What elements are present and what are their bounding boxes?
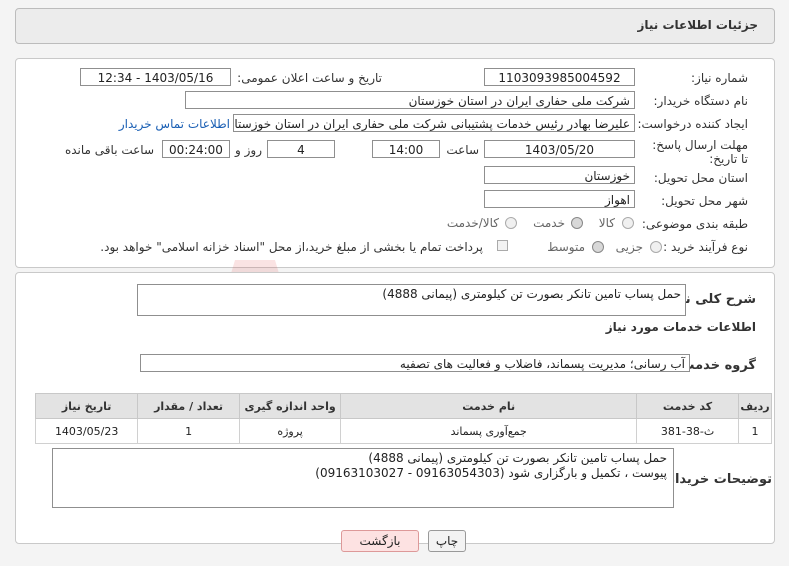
cell-service-code: ث-38-381 xyxy=(636,418,740,444)
province-field: خوزستان xyxy=(484,166,635,184)
buyer-contact-link[interactable]: اطلاعات تماس خریدار xyxy=(119,117,230,131)
category-radio-service[interactable] xyxy=(571,217,583,229)
deadline-date-field: 1403/05/20 xyxy=(484,140,635,158)
creator-field: علیرضا بهادر رئیس خدمات پشتیبانی شرکت مل… xyxy=(233,114,635,132)
page-title: جزئیات اطلاعات نیاز xyxy=(637,18,758,32)
deadline-label: مهلت ارسال پاسخ: تا تاریخ: xyxy=(652,138,748,166)
service-group-field: آب رسانی؛ مدیریت پسماند، فاضلاب و فعالیت… xyxy=(140,354,690,372)
buyer-org-field: شرکت ملی حفاری ایران در استان خوزستان xyxy=(185,91,635,109)
buyer-notes-line-2: پیوست ، تکمیل و بارگزاری شود (0916305430… xyxy=(315,466,667,480)
cell-row-number: 1 xyxy=(738,418,772,444)
city-label: شهر محل تحویل: xyxy=(661,194,748,208)
buyer-org-label: نام دستگاه خریدار: xyxy=(653,94,749,108)
cell-quantity: 1 xyxy=(137,418,240,444)
need-number-label: شماره نیاز: xyxy=(691,71,748,85)
col-row-number: ردیف xyxy=(738,393,772,419)
back-button[interactable]: بازگشت xyxy=(341,530,419,552)
treasury-payment-checkbox[interactable] xyxy=(497,240,508,251)
services-section-title: اطلاعات خدمات مورد نیاز xyxy=(605,320,756,334)
process-radio-medium[interactable] xyxy=(592,241,604,253)
process-radio-minor[interactable] xyxy=(650,241,662,253)
cell-unit: پروژه xyxy=(238,418,342,444)
category-label: طبقه بندی موضوعی: xyxy=(641,217,748,231)
category-option-goods-service: کالا/خدمت xyxy=(446,216,499,230)
col-need-date: تاریخ نیاز xyxy=(34,393,139,419)
cell-need-date: 1403/05/23 xyxy=(34,418,139,444)
creator-label: ایجاد کننده درخواست: xyxy=(637,117,748,131)
remaining-time-label: ساعت باقی مانده xyxy=(64,143,154,157)
process-option-minor: جزیی xyxy=(615,240,643,254)
col-unit: واحد اندازه گیری xyxy=(238,393,342,419)
announce-datetime-field: 1403/05/16 - 12:34 xyxy=(80,68,231,86)
category-option-goods: کالا xyxy=(598,216,615,230)
category-option-service: خدمت xyxy=(533,216,565,230)
col-quantity: تعداد / مقدار xyxy=(137,393,240,419)
buyer-notes-line-1: حمل پساب تامین تانکر بصورت تن کیلومتری (… xyxy=(368,451,667,465)
announce-label: تاریخ و ساعت اعلان عمومی: xyxy=(237,71,382,85)
treasury-payment-note: پرداخت تمام یا بخشی از مبلغ خرید،از محل … xyxy=(100,240,483,254)
services-table-header-row: ردیف کد خدمت نام خدمت واحد اندازه گیری ت… xyxy=(34,393,772,419)
summary-textarea: حمل پساب تامین تانکر بصورت تن کیلومتری (… xyxy=(137,284,686,316)
print-button[interactable]: چاپ xyxy=(428,530,466,552)
services-table: ردیف کد خدمت نام خدمت واحد اندازه گیری ت… xyxy=(34,393,772,444)
buyer-notes-label: توضیحات خریدار: xyxy=(662,472,772,487)
table-row: 1 ث-38-381 جمع‌آوری پسماند پروژه 1 1403/… xyxy=(34,418,772,444)
need-number-field: 1103093985004592 xyxy=(484,68,635,86)
cell-service-name: جمع‌آوری پسماند xyxy=(340,418,638,444)
category-radio-goods-service[interactable] xyxy=(505,217,517,229)
days-remaining-field: 4 xyxy=(267,140,335,158)
days-label: روز و xyxy=(235,143,262,157)
buyer-notes-textarea: حمل پساب تامین تانکر بصورت تن کیلومتری (… xyxy=(52,448,674,508)
page-header: جزئیات اطلاعات نیاز xyxy=(15,8,775,44)
province-label: استان محل تحویل: xyxy=(653,171,748,185)
process-type-label: نوع فرآیند خرید : xyxy=(663,240,748,254)
deadline-time-label: ساعت xyxy=(446,143,479,157)
city-field: اهواز xyxy=(484,190,635,208)
deadline-time-field: 14:00 xyxy=(372,140,440,158)
col-service-code: کد خدمت xyxy=(636,393,740,419)
remaining-time-field: 00:24:00 xyxy=(162,140,230,158)
process-option-medium: متوسط xyxy=(547,240,585,254)
col-service-name: نام خدمت xyxy=(340,393,638,419)
category-radio-goods[interactable] xyxy=(622,217,634,229)
